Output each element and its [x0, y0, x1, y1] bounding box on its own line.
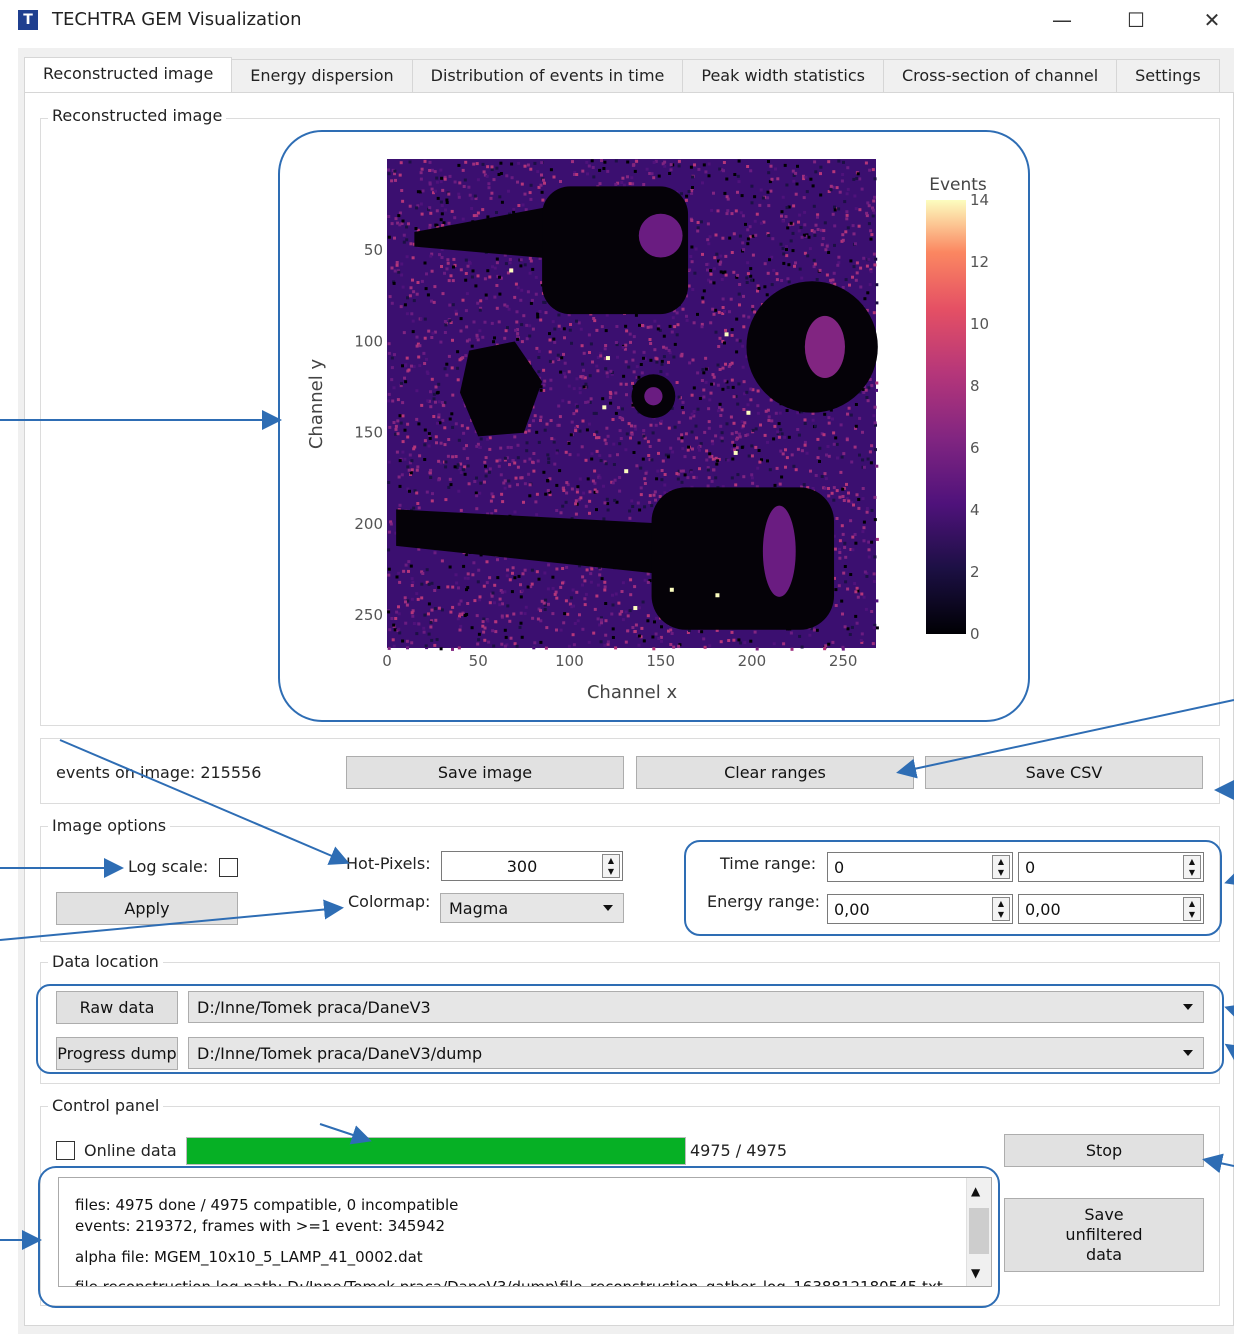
image-options-title: Image options [48, 816, 171, 835]
log-scale-label: Log scale: [128, 857, 209, 876]
chart-callout [278, 130, 1030, 722]
progress-text: 4975 / 4975 [690, 1141, 787, 1160]
chevron-down-icon [603, 905, 613, 911]
progress-bar-fill [187, 1138, 685, 1164]
control-panel-title: Control panel [48, 1096, 164, 1115]
online-data-checkbox[interactable] [56, 1141, 75, 1160]
tab-reconstructed-image[interactable]: Reconstructed image [24, 57, 233, 92]
ranges-callout [684, 840, 1222, 936]
log-scale-checkbox[interactable] [219, 858, 238, 877]
colormap-value: Magma [449, 898, 509, 918]
hot-pixels-value: 300 [506, 856, 538, 876]
progress-bar [186, 1137, 686, 1165]
save-csv-button[interactable]: Save CSV [925, 756, 1203, 789]
save-image-button[interactable]: Save image [346, 756, 624, 789]
hot-pixels-input[interactable]: 300 ▲ ▼ [441, 851, 623, 881]
colormap-label: Colormap: [348, 892, 431, 911]
clear-ranges-button[interactable]: Clear ranges [636, 756, 914, 789]
data-location-title: Data location [48, 952, 163, 971]
colormap-select[interactable]: Magma [440, 893, 624, 923]
save-unfiltered-data-button[interactable]: Save unfiltered data [1004, 1198, 1204, 1272]
hot-pixels-label: Hot-Pixels: [346, 854, 431, 873]
data-location-callout [36, 984, 1224, 1074]
log-callout [38, 1166, 1000, 1308]
events-on-image-label: events on image: 215556 [56, 763, 262, 782]
stop-button[interactable]: Stop [1004, 1134, 1204, 1167]
online-data-label: Online data [84, 1141, 177, 1160]
hot-pixels-spinner-icon[interactable]: ▲ ▼ [602, 854, 620, 878]
apply-button[interactable]: Apply [56, 892, 238, 925]
